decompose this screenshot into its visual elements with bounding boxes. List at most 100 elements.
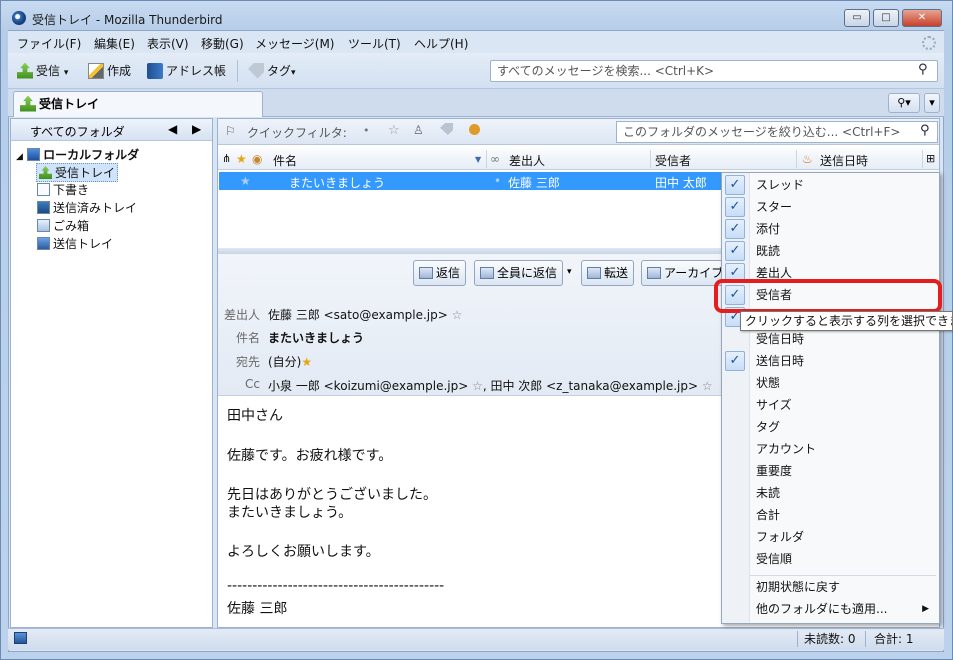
star-icon[interactable]: ☆ — [698, 379, 713, 393]
menu-item-column[interactable]: サイズ — [722, 394, 939, 416]
menu-item-column[interactable]: ✓ スレッド — [722, 174, 939, 196]
star-icon[interactable]: ☆ — [468, 379, 483, 393]
column-recipient[interactable]: 受信者 — [655, 152, 691, 169]
menu-file[interactable]: ファイル(F) — [17, 35, 81, 52]
outbox-icon — [37, 237, 50, 250]
menu-help[interactable]: ヘルプ(H) — [414, 35, 468, 52]
quick-filter-search-input[interactable]: このフォルダのメッセージを絞り込む... <Ctrl+F> — [616, 121, 938, 143]
check-icon: ✓ — [725, 241, 745, 261]
tag-icon — [248, 62, 264, 79]
star-icon[interactable]: ☆ — [452, 308, 463, 322]
star-column-icon[interactable]: ★ — [236, 152, 247, 166]
chevron-down-icon[interactable]: ▾ — [64, 68, 69, 78]
quick-filter-label: クイックフィルタ: — [247, 126, 347, 140]
menu-item-label: タグ — [756, 420, 781, 434]
menu-item-column[interactable]: 重要度 — [722, 460, 939, 482]
column-picker-tooltip: クリックすると表示する列を選択できます — [740, 311, 953, 331]
menu-item-column[interactable]: 受信日時 — [722, 328, 939, 350]
folder-outbox[interactable]: 送信トレイ — [37, 235, 113, 252]
column-divider[interactable] — [922, 150, 923, 168]
cc-address[interactable]: 小泉 一郎 <koizumi@example.jp> — [268, 379, 468, 393]
status-divider — [865, 631, 866, 647]
column-date[interactable]: 送信日時 — [820, 152, 868, 169]
maximize-button[interactable]: □ — [873, 9, 899, 27]
account-local-folders[interactable]: ◢ ローカルフォルダ — [16, 146, 139, 163]
read-status-icon[interactable]: • — [494, 174, 501, 188]
contact-filter-icon[interactable]: ♙ — [413, 123, 424, 137]
get-mail-button[interactable]: 受信 ▾ — [17, 60, 68, 82]
minimize-button[interactable]: ▭ — [844, 9, 870, 27]
menu-item-column[interactable]: ✓ 添付 — [722, 218, 939, 240]
write-button[interactable]: 作成 — [88, 60, 131, 82]
menu-item-column[interactable]: フォルダ — [722, 526, 939, 548]
subject-label: 件名 — [235, 331, 260, 345]
from-address[interactable]: 佐藤 三郎 <sato@example.jp> — [268, 308, 448, 322]
menu-item-column[interactable]: ✓ スター — [722, 196, 939, 218]
star-filter-icon[interactable]: ☆ — [388, 123, 400, 138]
tag-button[interactable]: タグ▾ — [248, 60, 296, 82]
menu-tools[interactable]: ツール(T) — [348, 35, 401, 52]
read-column-icon[interactable]: ∞ — [490, 152, 500, 166]
menu-item-label: サイズ — [756, 398, 792, 412]
menu-view[interactable]: 表示(V) — [147, 35, 189, 52]
menu-item-column[interactable]: 合計 — [722, 504, 939, 526]
column-subject[interactable]: 件名 — [273, 152, 297, 169]
body-line: 佐藤 三郎 — [227, 601, 288, 617]
menu-item-column[interactable]: ✓ 送信日時 — [722, 350, 939, 372]
junk-column-icon[interactable]: ♨ — [802, 152, 813, 166]
to-value[interactable]: (自分)★ — [268, 353, 312, 370]
folder-inbox[interactable]: 受信トレイ — [36, 163, 119, 182]
column-divider[interactable] — [796, 150, 797, 168]
thread-column-icon[interactable]: ⋔ — [222, 152, 231, 165]
offline-status-icon[interactable] — [14, 632, 27, 644]
column-divider[interactable] — [486, 150, 487, 168]
folder-sent[interactable]: 送信済みトレイ — [37, 199, 137, 216]
menu-edit[interactable]: 編集(E) — [94, 35, 135, 52]
global-search-input[interactable]: すべてのメッセージを検索... <Ctrl+K> — [490, 60, 938, 82]
message-recipient: 田中 太郎 — [655, 176, 707, 190]
folder-drafts[interactable]: 下書き — [37, 181, 89, 198]
message-sender: 佐藤 三郎 — [508, 176, 560, 190]
menu-item-column[interactable]: 状態 — [722, 372, 939, 394]
chevron-down-icon: ▾ — [291, 68, 296, 78]
menu-go[interactable]: 移動(G) — [201, 35, 244, 52]
folder-view-next-button[interactable]: ▶ — [192, 122, 201, 136]
menu-item-column[interactable]: アカウント — [722, 438, 939, 460]
menu-item-label: 既読 — [756, 244, 781, 258]
star-icon[interactable]: ★ — [301, 355, 312, 369]
cc-address[interactable]: , 田中 次郎 <z_tanaka@example.jp> — [483, 379, 698, 393]
menu-message[interactable]: メッセージ(M) — [255, 35, 334, 52]
menu-item-column[interactable]: 未読 — [722, 482, 939, 504]
tab-search-button[interactable]: ⚲▾ — [888, 93, 920, 113]
column-picker-icon[interactable]: ⊞ — [926, 152, 935, 165]
quick-filter-pin-icon[interactable]: ⚐ — [225, 124, 236, 138]
unread-filter-icon[interactable]: • — [363, 124, 370, 137]
cc-value[interactable]: 小泉 一郎 <koizumi@example.jp> ☆, 田中 次郎 <z_t… — [268, 377, 713, 394]
expand-triangle-icon[interactable]: ◢ — [16, 152, 23, 162]
column-divider[interactable] — [650, 150, 651, 168]
close-button[interactable]: ✕ — [902, 9, 942, 27]
tab-list-button[interactable]: ▾ — [924, 93, 940, 113]
menu-item-apply-other-folders[interactable]: 他のフォルダにも適用... ▶ — [722, 598, 939, 620]
reply-button[interactable]: 返信 — [413, 260, 467, 286]
menu-item-column[interactable]: ✓ 既読 — [722, 240, 939, 262]
tab-inbox[interactable]: 受信トレイ — [13, 91, 263, 117]
attachment-filter-icon[interactable] — [469, 124, 480, 135]
column-sender[interactable]: 差出人 — [509, 152, 545, 169]
folder-view-prev-button[interactable]: ◀ — [168, 122, 177, 136]
from-value[interactable]: 佐藤 三郎 <sato@example.jp> ☆ — [268, 306, 462, 323]
menu-item-column[interactable]: 受信順 — [722, 548, 939, 570]
folder-trash[interactable]: ごみ箱 — [37, 217, 89, 234]
reply-all-button[interactable]: 全員に返信 — [474, 260, 564, 286]
reply-all-label: 全員に返信 — [497, 266, 558, 280]
menu-item-reset[interactable]: 初期状態に戻す — [722, 576, 939, 598]
to-address[interactable]: (自分) — [268, 355, 301, 369]
star-icon[interactable]: ★ — [240, 174, 251, 188]
check-icon: ✓ — [725, 197, 745, 217]
attachment-column-icon[interactable]: ◉ — [252, 152, 262, 166]
forward-button[interactable]: 転送 — [581, 260, 635, 286]
menu-item-column[interactable]: タグ — [722, 416, 939, 438]
reply-all-dropdown-icon[interactable]: ▾ — [567, 267, 572, 277]
search-icon: ⚲ — [918, 62, 928, 77]
address-book-button[interactable]: アドレス帳 — [147, 60, 226, 82]
